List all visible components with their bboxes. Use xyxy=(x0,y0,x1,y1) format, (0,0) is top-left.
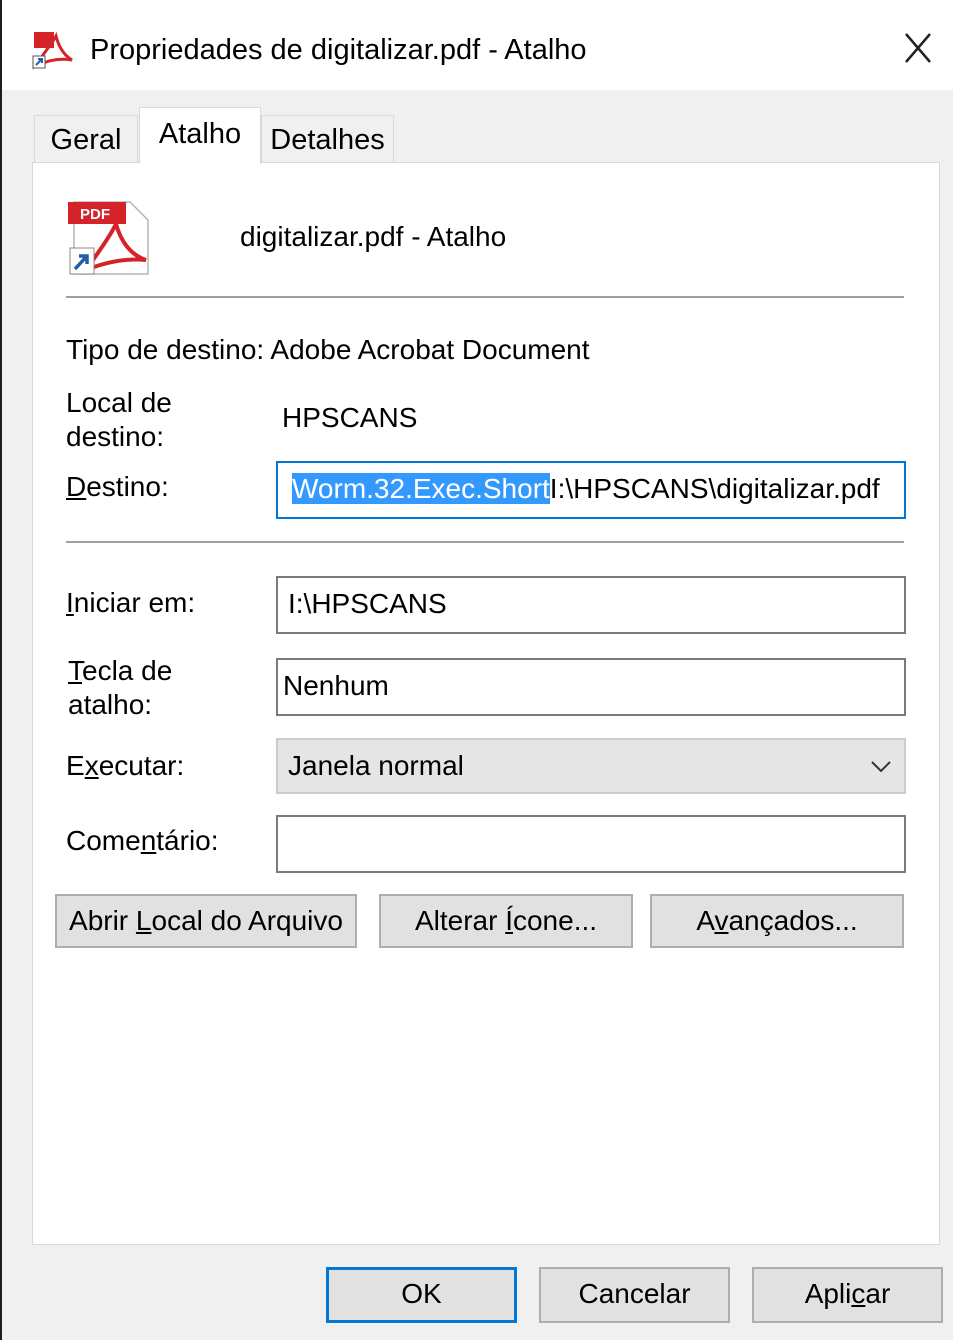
tab-detalhes[interactable]: Detalhes xyxy=(261,115,394,163)
run-select-value: Janela normal xyxy=(288,750,464,781)
comment-label: Comentário: xyxy=(66,825,219,856)
apply-button[interactable]: Aplicar xyxy=(752,1267,943,1323)
target-path-text: I:\HPSCANS\digitalizar.pdf xyxy=(549,473,880,504)
properties-dialog: Propriedades de digitalizar.pdf - Atalho… xyxy=(0,0,953,1340)
svg-text:PDF: PDF xyxy=(80,206,110,223)
close-icon xyxy=(905,33,931,63)
shortcut-name: digitalizar.pdf - Atalho xyxy=(240,221,507,252)
tab-atalho[interactable]: Atalho xyxy=(139,107,261,164)
tab-geral[interactable]: Geral xyxy=(34,115,138,163)
advanced-button[interactable]: Avançados... xyxy=(650,894,904,948)
separator xyxy=(66,296,904,298)
target-type-label: Tipo de destino: Adobe Acrobat Document xyxy=(66,334,590,365)
run-label: Executar: xyxy=(66,750,185,781)
ok-button[interactable]: OK xyxy=(326,1267,517,1323)
title-bar[interactable]: Propriedades de digitalizar.pdf - Atalho xyxy=(2,0,953,90)
cancel-button[interactable]: Cancelar xyxy=(539,1267,730,1323)
target-location-label-line2: destino: xyxy=(66,421,165,452)
change-icon-button[interactable]: Alterar Ícone... xyxy=(379,894,633,948)
comment-input[interactable] xyxy=(276,815,906,873)
separator xyxy=(66,541,904,543)
start-in-input[interactable]: I:\HPSCANS xyxy=(276,576,906,634)
pdf-file-icon: PDF xyxy=(66,198,152,278)
target-location-label-line1: Local de xyxy=(66,387,172,418)
pdf-shortcut-icon xyxy=(32,30,74,70)
target-input[interactable]: Worm.32.Exec.ShortI:\HPSCANS\digitalizar… xyxy=(276,461,906,519)
start-in-label: Iniciar em: xyxy=(66,587,196,618)
run-select[interactable]: Janela normal xyxy=(276,738,906,794)
close-button[interactable] xyxy=(894,26,942,70)
target-label: Destino: xyxy=(66,471,169,502)
window-title: Propriedades de digitalizar.pdf - Atalho xyxy=(90,34,587,66)
shortcut-key-input[interactable]: Nenhum xyxy=(276,658,906,716)
target-selected-text: Worm.32.Exec.Short xyxy=(292,473,550,504)
shortcut-key-label-line1: Tecla de xyxy=(68,655,173,686)
chevron-down-icon xyxy=(871,761,891,773)
open-file-location-button[interactable]: Abrir Local do Arquivo xyxy=(55,894,357,948)
shortcut-key-label-line2: atalho: xyxy=(68,689,153,720)
target-location-value: HPSCANS xyxy=(282,402,418,433)
